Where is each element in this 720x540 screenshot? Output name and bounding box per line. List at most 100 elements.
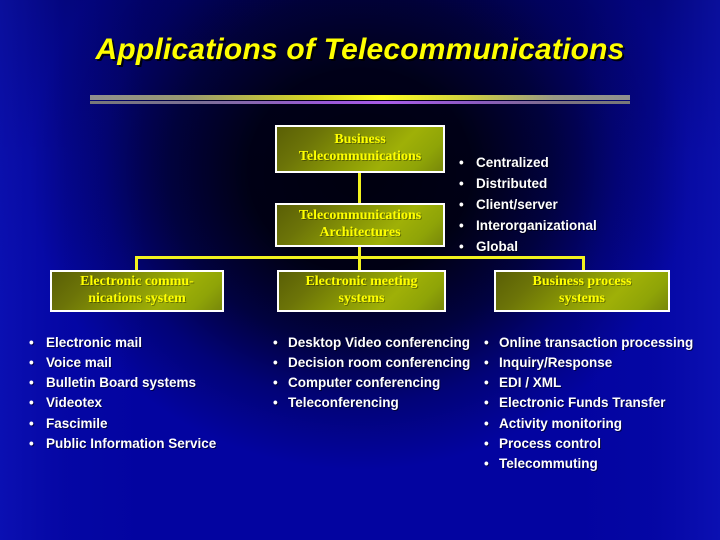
bullet-dot-icon: •: [273, 355, 278, 371]
bullet-list-electronic-communications: • Electronic mail • Voice mail • Bulletin Boa…: [28, 333, 278, 454]
list-item: • Bulletin Board systems: [28, 373, 278, 392]
connector-business-to-architectures: [358, 173, 361, 203]
box-electronic-communications-system-label: Electronic commu- nications system: [52, 274, 222, 307]
bullet-list-architectures: • Centralized • Distributed • Client/server • I…: [458, 153, 668, 258]
list-item-label: Online transaction processing: [499, 335, 694, 350]
bullet-dot-icon: •: [273, 375, 278, 391]
list-item: • Voice mail: [28, 353, 278, 372]
list-item-label: Fascimile: [46, 415, 108, 431]
bullet-dot-icon: •: [484, 415, 489, 431]
list-item: • Centralized: [458, 153, 668, 173]
list-item: • Client/server: [458, 195, 668, 215]
list-item: • Interorganizational: [458, 216, 668, 236]
slide-canvas: Applications of Telecommunications Busin…: [0, 0, 720, 540]
list-item: • Activity monitoring: [483, 414, 718, 433]
bullet-dot-icon: •: [484, 355, 489, 371]
bullet-dot-icon: •: [29, 355, 34, 371]
box-electronic-communications-system-line1: Electronic commu-: [80, 274, 194, 290]
list-item-label: Client/server: [476, 196, 558, 212]
list-item: • Computer conferencing: [272, 373, 472, 392]
list-item: • Global: [458, 237, 668, 257]
box-business-process-systems[interactable]: Business process systems: [494, 270, 670, 312]
connector-drop-electronic-communications: [135, 256, 138, 271]
list-item: • Process control: [483, 434, 718, 453]
bullet-list-electronic-meeting: • Desktop Video conferencing • Decision roo…: [272, 333, 472, 414]
list-item-label: Bulletin Board systems: [46, 375, 197, 391]
list-item-label: Electronic mail: [46, 335, 143, 350]
box-business-telecommunications[interactable]: Business Telecommunications: [275, 125, 445, 173]
list-item-label: Activity monitoring: [499, 415, 623, 431]
bullet-dot-icon: •: [484, 455, 489, 471]
box-business-process-systems-label: Business process systems: [496, 274, 668, 307]
bullet-dot-icon: •: [29, 435, 34, 451]
list-item: • Telecommuting: [483, 454, 718, 473]
bullet-list-business-process: • Online transaction processing • Inquiry/R…: [483, 333, 718, 474]
bullet-dot-icon: •: [459, 196, 464, 212]
list-item-label: Desktop Video conferencing: [288, 335, 471, 350]
list-item-label: Centralized: [476, 155, 549, 170]
list-item: • Distributed: [458, 174, 668, 194]
box-electronic-communications-system[interactable]: Electronic commu- nications system: [50, 270, 224, 312]
page-title-text: Applications of Telecommunications: [95, 33, 625, 66]
box-telecommunications-architectures-label: Telecommunications Architectures: [298, 208, 422, 240]
bullet-list-architectures-items: • Centralized • Distributed • Client/server • I…: [458, 153, 668, 257]
bullet-dot-icon: •: [459, 217, 464, 233]
box-business-telecommunications-label: Business Telecommunications: [298, 132, 422, 164]
connector-drop-electronic-meeting: [358, 256, 361, 271]
list-item: • Inquiry/Response: [483, 353, 718, 372]
list-item: • Electronic mail: [28, 333, 278, 352]
list-item-label: Process control: [499, 435, 602, 451]
box-electronic-meeting-systems-line1: Electronic meeting: [305, 274, 418, 290]
bullet-dot-icon: •: [459, 155, 464, 170]
bullet-dot-icon: •: [484, 395, 489, 411]
box-electronic-communications-system-line2: nications system: [88, 291, 186, 306]
bullet-dot-icon: •: [29, 375, 34, 391]
box-electronic-meeting-systems-line2: systems: [338, 291, 385, 306]
connector-drop-business-process: [582, 256, 585, 271]
list-item-label: EDI / XML: [499, 375, 562, 391]
list-item: • Decision room conferencing: [272, 353, 472, 372]
list-item-label: Interorganizational: [476, 217, 597, 233]
bullet-dot-icon: •: [273, 395, 278, 411]
bullet-dot-icon: •: [273, 335, 278, 350]
page-title: Applications of Telecommunications: [0, 33, 720, 67]
list-item: • Electronic Funds Transfer: [483, 393, 718, 412]
bullet-dot-icon: •: [29, 395, 34, 411]
list-item: • Teleconferencing: [272, 393, 472, 412]
list-item-label: Voice mail: [46, 355, 112, 371]
list-item-label: Videotex: [46, 395, 103, 411]
list-item: • Online transaction processing: [483, 333, 718, 352]
list-item-label: Distributed: [476, 175, 548, 191]
list-item: • Fascimile: [28, 414, 278, 433]
title-divider-top-bar: [90, 95, 630, 100]
list-item-label: Inquiry/Response: [499, 355, 613, 371]
bullet-list-electronic-communications-items: • Electronic mail • Voice mail • Bulletin Boa…: [28, 333, 278, 453]
bullet-dot-icon: •: [459, 175, 464, 191]
box-electronic-meeting-systems-label: Electronic meeting systems: [279, 274, 444, 307]
box-business-process-systems-line2: systems: [559, 291, 605, 306]
box-business-process-systems-line1: Business process: [532, 274, 632, 290]
list-item: • Videotex: [28, 393, 278, 412]
list-item: • Desktop Video conferencing: [272, 333, 472, 352]
box-electronic-meeting-systems[interactable]: Electronic meeting systems: [277, 270, 446, 312]
bullet-dot-icon: •: [484, 435, 489, 451]
list-item-label: Decision room conferencing: [288, 355, 471, 371]
box-telecommunications-architectures[interactable]: Telecommunications Architectures: [275, 203, 445, 247]
bullet-list-electronic-meeting-items: • Desktop Video conferencing • Decision roo…: [272, 333, 472, 413]
list-item-label: Telecommuting: [499, 455, 598, 471]
list-item-label: Electronic Funds Transfer: [499, 395, 666, 411]
list-item: • Public Information Service: [28, 434, 278, 453]
bullet-dot-icon: •: [459, 238, 464, 254]
list-item-label: Computer conferencing: [288, 375, 441, 391]
bullet-dot-icon: •: [29, 335, 34, 350]
bullet-dot-icon: •: [484, 335, 489, 350]
list-item-label: Teleconferencing: [288, 395, 399, 411]
bullet-dot-icon: •: [484, 375, 489, 391]
title-divider-bottom-bar: [90, 101, 630, 104]
bullet-list-business-process-items: • Online transaction processing • Inquiry/R…: [483, 333, 718, 473]
list-item-label: Public Information Service: [46, 435, 217, 451]
title-divider: [90, 95, 630, 104]
list-item: • EDI / XML: [483, 373, 718, 392]
list-item-label: Global: [476, 238, 519, 254]
bullet-dot-icon: •: [29, 415, 34, 431]
